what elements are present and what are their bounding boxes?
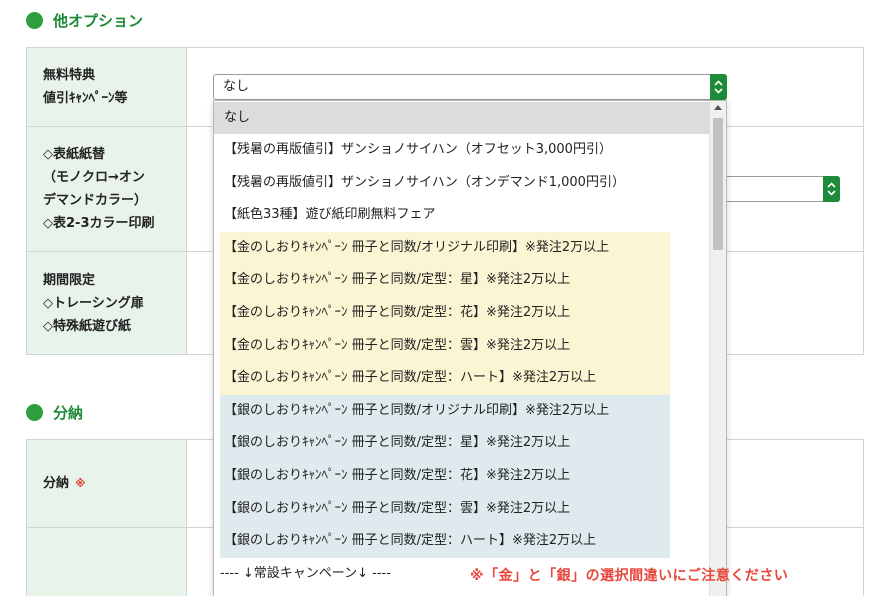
label-line: ◇表紙紙替 <box>43 147 105 162</box>
section-title: 他オプション <box>53 11 144 30</box>
dropdown-option-gold[interactable]: 【金のしおりｷｬﾝﾍﾟｰﾝ 冊子と同数/定型：雲】※発注2万以上 <box>220 329 670 363</box>
label-line: 期間限定 <box>43 272 96 288</box>
label-text: 分納 <box>43 476 70 491</box>
dropdown-options: なし 【残暑の再版値引】ザンショノサイハン（オフセット3,000円引） 【残暑の… <box>214 101 710 590</box>
installment-detail-label <box>26 527 187 596</box>
scroll-up-arrow-icon[interactable] <box>714 105 722 110</box>
scrollbar-thumb[interactable] <box>713 118 723 250</box>
installment-label: 分納 ※ <box>26 439 187 528</box>
dropdown-option-selected[interactable]: なし <box>214 102 710 134</box>
section-bullet-icon <box>26 11 43 29</box>
cover-label: ◇表紙紙替 （モノクロ→オン デマンドカラー） ◇表2-3カラー印刷 <box>26 126 187 252</box>
label-line: （モノクロ→オン <box>43 170 145 185</box>
dropdown-option-gold[interactable]: 【金のしおりｷｬﾝﾍﾟｰﾝ 冊子と同数/オリジナル印刷】※発注2万以上 <box>220 231 670 265</box>
label-line: ◇特殊紙遊び紙 <box>43 318 131 334</box>
dropdown-option[interactable]: 【残暑の再版値引】ザンショノサイハン（オフセット3,000円引） <box>214 134 710 167</box>
dropdown-option-silver[interactable]: 【銀のしおりｷｬﾝﾍﾟｰﾝ 冊子と同数/定型：星】※発注2万以上 <box>220 427 670 460</box>
label-line: ◇トレーシング扉 <box>43 295 144 311</box>
label-line: デマンドカラー） <box>43 193 148 208</box>
dropdown-option[interactable]: 【紙色33種】遊び紙印刷無料フェア <box>214 199 710 232</box>
dropdown-option[interactable]: 【残暑の再版値引】ザンショノサイハン（オンデマンド1,000円引） <box>214 167 710 200</box>
label-line: 無料特典 <box>43 68 96 83</box>
select-arrows-icon[interactable] <box>823 176 840 202</box>
section-header-other-options: 他オプション <box>26 8 143 32</box>
dropdown-option-silver[interactable]: 【銀のしおりｷｬﾝﾍﾟｰﾝ 冊子と同数/定型：ハート】※発注2万以上 <box>220 525 670 558</box>
section-bullet-icon <box>26 403 43 421</box>
dropdown-option-silver[interactable]: 【銀のしおりｷｬﾝﾍﾟｰﾝ 冊子と同数/定型：雲】※発注2万以上 <box>220 492 670 526</box>
dropdown-option-silver[interactable]: 【銀のしおりｷｬﾝﾍﾟｰﾝ 冊子と同数/オリジナル印刷】※発注2万以上 <box>220 394 670 428</box>
select-arrows-icon[interactable] <box>710 74 727 100</box>
select-value: なし <box>223 79 250 94</box>
section-title: 分納 <box>53 403 84 422</box>
required-mark: ※ <box>75 477 86 490</box>
campaign-label: 無料特典 値引ｷｬﾝﾍﾟｰﾝ等 <box>26 47 187 127</box>
dropdown-scrollbar[interactable] <box>709 101 726 596</box>
label-line: 値引ｷｬﾝﾍﾟｰﾝ等 <box>43 91 128 106</box>
dropdown-option-silver[interactable]: 【銀のしおりｷｬﾝﾍﾟｰﾝ 冊子と同数/定型：花】※発注2万以上 <box>220 459 670 493</box>
campaign-dropdown-list[interactable]: なし 【残暑の再版値引】ザンショノサイハン（オフセット3,000円引） 【残暑の… <box>213 100 727 596</box>
dropdown-option-gold[interactable]: 【金のしおりｷｬﾝﾍﾟｰﾝ 冊子と同数/定型：星】※発注2万以上 <box>220 264 670 297</box>
dropdown-option-gold[interactable]: 【金のしおりｷｬﾝﾍﾟｰﾝ 冊子と同数/定型：ハート】※発注2万以上 <box>220 362 670 395</box>
gold-silver-warning: ※「金」と「銀」の選択間違いにご注意ください <box>470 568 789 584</box>
campaign-select[interactable]: なし <box>213 74 727 100</box>
dropdown-option-gold[interactable]: 【金のしおりｷｬﾝﾍﾟｰﾝ 冊子と同数/定型：花】※発注2万以上 <box>220 296 670 330</box>
limited-label: 期間限定 ◇トレーシング扉 ◇特殊紙遊び紙 <box>26 251 187 355</box>
section-header-installment: 分納 <box>26 400 83 424</box>
label-line: ◇表2-3カラー印刷 <box>43 216 155 231</box>
